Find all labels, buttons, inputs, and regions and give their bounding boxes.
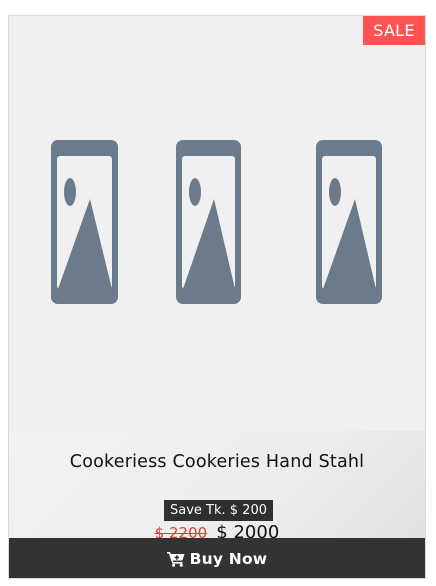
sale-badge: SALE [363, 16, 425, 45]
product-info: Cookeriess Cookeries Hand Stahl Save Tk.… [9, 431, 425, 543]
image-placeholder-icon [51, 140, 118, 304]
shopping-cart-icon [166, 551, 185, 567]
product-card[interactable]: SALE Cookeriess Cookeries Hand Stahl Sav… [8, 15, 426, 579]
image-placeholder-icon [176, 140, 241, 304]
product-image-area[interactable] [9, 16, 425, 431]
product-title[interactable]: Cookeriess Cookeries Hand Stahl [9, 452, 425, 472]
save-badge: Save Tk. $ 200 [164, 500, 273, 521]
buy-now-button[interactable]: Buy Now [9, 538, 425, 578]
buy-now-label: Buy Now [189, 549, 268, 568]
image-placeholder-icon [316, 140, 382, 304]
